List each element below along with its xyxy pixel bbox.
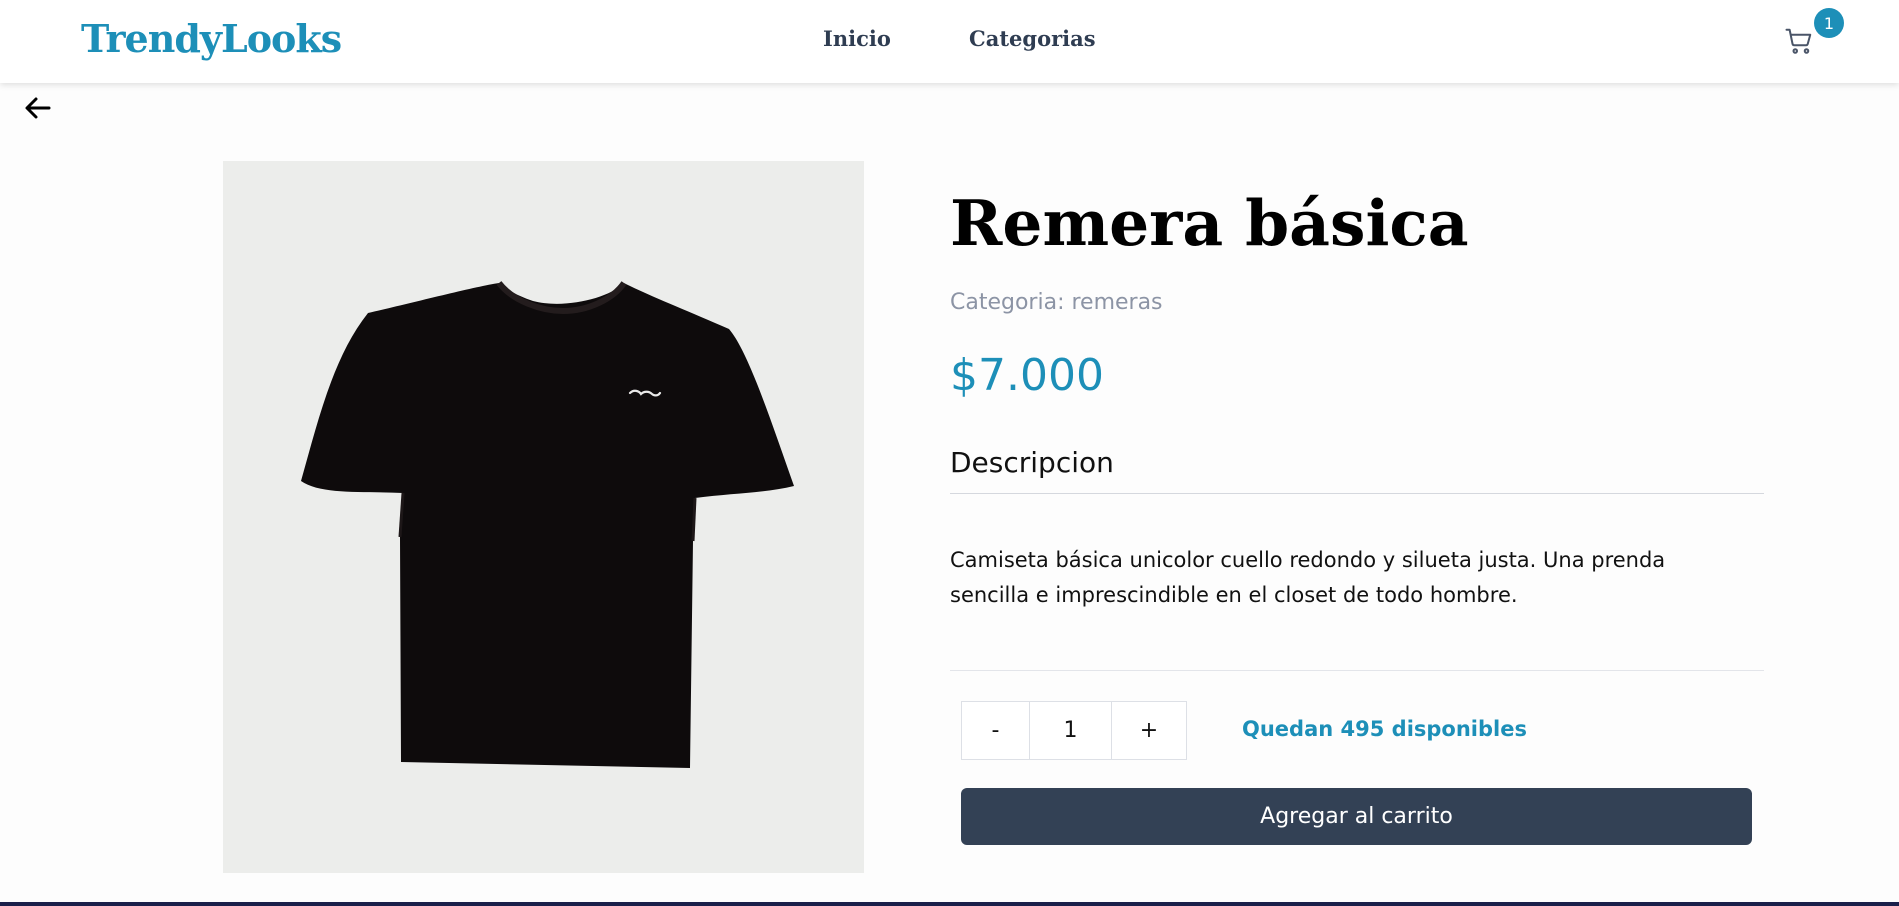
- back-button[interactable]: [22, 92, 58, 124]
- quantity-field[interactable]: 1: [1030, 701, 1112, 760]
- product-category: Categoria: remeras: [950, 290, 1163, 315]
- nav-link-inicio[interactable]: Inicio: [823, 26, 891, 51]
- bottom-bar: [0, 902, 1899, 906]
- increase-quantity-button[interactable]: +: [1112, 701, 1187, 760]
- navbar: TrendyLooks Inicio Categorias 1: [0, 0, 1899, 83]
- divider: [950, 670, 1764, 671]
- divider: [950, 493, 1764, 494]
- product-image: [223, 161, 864, 873]
- quantity-stepper: - 1 +: [961, 701, 1187, 760]
- product-price: $7.000: [950, 350, 1104, 401]
- cart-icon: [1785, 28, 1812, 54]
- product-title: Remera básica: [950, 186, 1469, 260]
- add-to-cart-button[interactable]: Agregar al carrito: [961, 788, 1752, 845]
- decrease-quantity-button[interactable]: -: [961, 701, 1030, 760]
- cart-count-badge: 1: [1814, 8, 1844, 38]
- description-heading: Descripcion: [950, 446, 1114, 479]
- stock-availability: Quedan 495 disponibles: [1242, 717, 1527, 741]
- arrow-left-icon: [25, 97, 51, 119]
- tshirt-image: [301, 281, 794, 768]
- nav-link-categorias[interactable]: Categorias: [969, 26, 1096, 51]
- product-description: Camiseta básica unicolor cuello redondo …: [950, 548, 1666, 607]
- logo[interactable]: TrendyLooks: [81, 16, 342, 61]
